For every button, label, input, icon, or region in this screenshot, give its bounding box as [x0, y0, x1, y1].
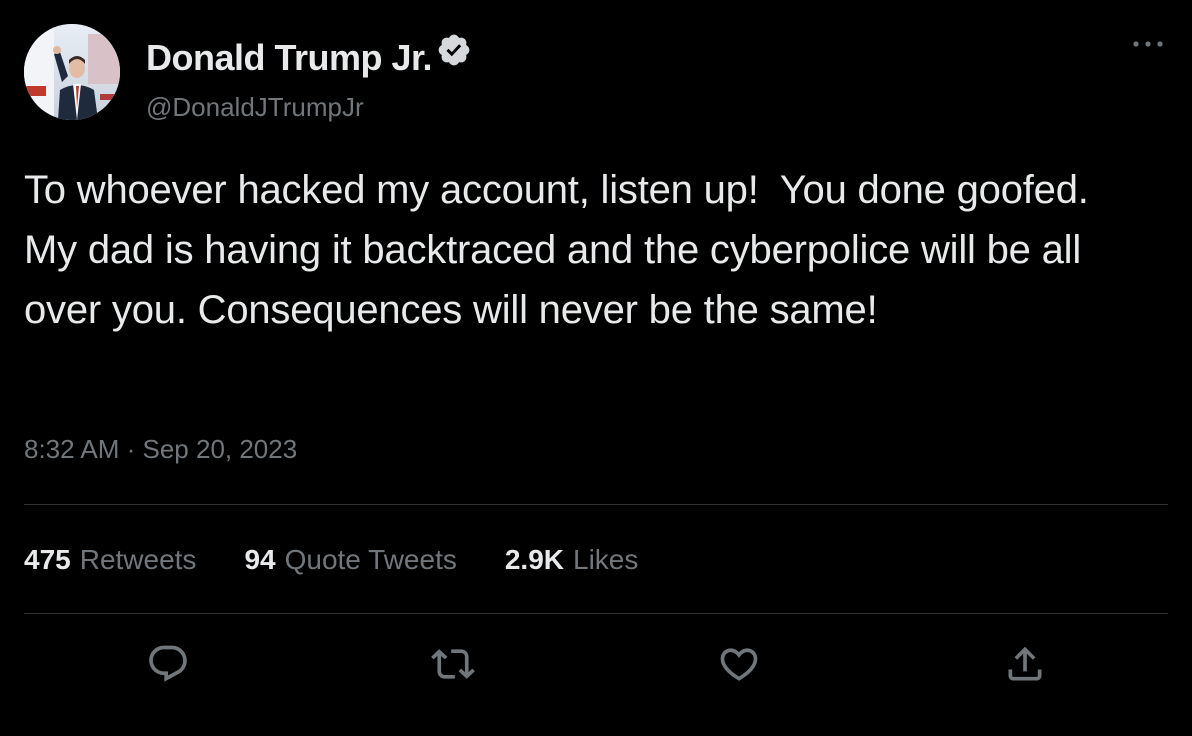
quote-tweets-stat[interactable]: 94 Quote Tweets [244, 544, 456, 576]
retweets-label: Retweets [79, 544, 197, 575]
avatar[interactable] [24, 24, 120, 120]
profile-photo [24, 24, 120, 120]
engagement-stats: 475 Retweets 94 Quote Tweets 2.9K Likes [24, 544, 686, 576]
retweets-count: 475 [24, 544, 71, 575]
retweets-stat[interactable]: 475 Retweets [24, 544, 196, 576]
quote-tweets-count: 94 [244, 544, 276, 575]
retweet-button[interactable] [431, 642, 475, 686]
more-options-icon[interactable] [1128, 34, 1168, 54]
divider [24, 613, 1168, 614]
author-name-row: Donald Trump Jr. [146, 34, 472, 80]
divider [24, 504, 1168, 505]
like-button[interactable] [717, 642, 761, 686]
likes-stat[interactable]: 2.9K Likes [505, 544, 639, 576]
verified-badge-icon [436, 32, 472, 68]
likes-count: 2.9K [504, 544, 565, 575]
heart-icon [720, 648, 758, 681]
reply-icon [149, 645, 187, 682]
retweet-icon [431, 649, 475, 679]
tweet-timestamp[interactable]: 8:32 AM · Sep 20, 2023 [24, 434, 297, 465]
tweet-detail: Donald Trump Jr. @DonaldJTrumpJr To whoe… [0, 0, 1192, 736]
reply-button[interactable] [146, 642, 190, 686]
tweet-text: To whoever hacked my account, listen up!… [24, 168, 1100, 332]
user-handle[interactable]: @DonaldJTrumpJr [146, 92, 364, 123]
likes-label: Likes [573, 544, 639, 575]
share-button[interactable] [1003, 642, 1047, 686]
share-icon [1008, 646, 1042, 681]
quote-tweets-label: Quote Tweets [284, 544, 457, 575]
display-name[interactable]: Donald Trump Jr. [146, 37, 433, 79]
